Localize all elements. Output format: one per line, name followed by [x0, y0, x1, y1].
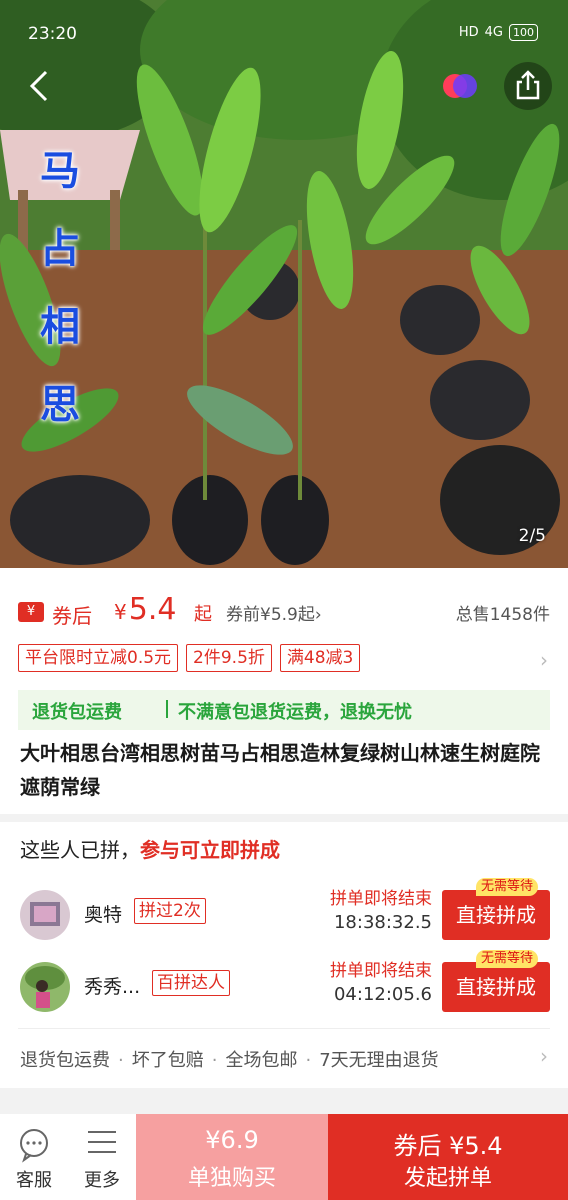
group-ending-label: 拼单即将结束	[330, 961, 432, 981]
service-item: 7天无理由退货	[319, 1050, 439, 1071]
start-group-label: 发起拼单	[403, 1166, 492, 1191]
avatar-image	[20, 890, 70, 940]
gallery-pager: 2/5	[518, 526, 546, 546]
group-user-name: 秀秀...	[84, 976, 141, 998]
group-buy-heading: 这些人已拼，参与可立即拼成	[20, 834, 280, 863]
price-from-label: 起	[194, 604, 212, 625]
customer-service-button[interactable]: 客服	[0, 1114, 68, 1200]
service-separator: ·	[305, 1050, 312, 1071]
promo-tag[interactable]: 满48减3	[279, 644, 361, 672]
image-caption-char: 马	[40, 148, 80, 194]
price-row: ¥ 券后 ¥5.4 起 券前¥5.9起› 总售1458件	[18, 592, 550, 634]
buy-alone-price: ¥6.9	[205, 1126, 259, 1154]
guarantee-divider	[166, 700, 168, 718]
service-item: 退货包运费	[20, 1050, 110, 1071]
hd-indicator: HD	[458, 25, 479, 40]
more-label: 更多	[84, 1170, 120, 1191]
group-user-name: 奥特	[84, 904, 123, 926]
join-group-button[interactable]: 直接拼成	[442, 890, 550, 940]
group-user-badge: 百拼达人	[152, 970, 230, 996]
guarantee-left: 退货包运费	[32, 702, 122, 723]
currency-symbol: ¥	[114, 600, 127, 624]
chevron-right-icon[interactable]: ›	[540, 648, 548, 672]
after-coupon-label: 券后	[52, 604, 92, 628]
image-caption-char: 相	[40, 304, 80, 350]
return-guarantee-banner[interactable]: 退货包运费 不满意包退货运费，退换无忧	[18, 690, 550, 730]
menu-icon	[88, 1131, 116, 1153]
share-icon	[516, 70, 540, 100]
buy-alone-button[interactable]: ¥6.9 单独购买	[136, 1114, 328, 1200]
section-divider	[18, 1028, 550, 1029]
chevron-right-icon[interactable]: ›	[540, 1044, 548, 1068]
group-buy-heading-text: 这些人已拼，	[20, 838, 140, 862]
more-button[interactable]: 更多	[68, 1114, 136, 1200]
group-countdown: 04:12:05.6	[333, 984, 432, 1005]
group-countdown: 18:38:32.5	[333, 912, 432, 933]
start-group-button[interactable]: 券后 ¥5.4 发起拼单	[328, 1114, 568, 1200]
guarantee-right: 不满意包退货运费，退换无忧	[178, 702, 412, 723]
signal-indicator: 4G	[484, 25, 503, 40]
promo-tags[interactable]: 平台限时立减0.5元 2件9.5折 满48减3	[18, 644, 361, 672]
group-buy-heading-accent: 参与可立即拼成	[140, 838, 280, 862]
bottom-action-bar: 客服 更多 ¥6.9 单独购买 券后 ¥5.4 发起拼单	[0, 1114, 568, 1200]
start-group-price: 券后 ¥5.4	[393, 1132, 503, 1160]
service-item: 全场包邮	[225, 1050, 298, 1071]
service-guarantees[interactable]: 退货包运费 · 坏了包赔 · 全场包邮 · 7天无理由退货	[20, 1046, 439, 1072]
before-coupon-price[interactable]: 券前¥5.9起›	[226, 600, 322, 625]
total-sold: 总售1458件	[455, 605, 550, 625]
product-image-gallery[interactable]: 23:20 HD 4G 100 马 占 相 思 2/5	[0, 0, 568, 568]
app-logo-icon	[443, 74, 477, 98]
join-group-button[interactable]: 直接拼成	[442, 962, 550, 1012]
buy-alone-label: 单独购买	[187, 1166, 276, 1191]
no-wait-tag: 无需等待	[476, 950, 539, 968]
avatar	[20, 890, 70, 940]
group-user-badge: 拼过2次	[134, 898, 206, 924]
group-row: 秀秀... 百拼达人 拼单即将结束 04:12:05.6 直接拼成 无需等待	[0, 950, 568, 1016]
status-time: 23:20	[28, 24, 77, 44]
chevron-left-icon	[29, 70, 48, 102]
promo-tag[interactable]: 平台限时立减0.5元	[18, 644, 179, 672]
status-icons: HD 4G 100	[459, 24, 538, 41]
product-info-card: ¥ 券后 ¥5.4 起 券前¥5.9起› 总售1458件 平台限时立减0.5元 …	[0, 568, 568, 814]
chat-bubble-icon	[20, 1129, 48, 1163]
price-value: ¥5.4	[114, 592, 176, 627]
price-number: 5.4	[128, 592, 177, 627]
image-caption-char: 思	[40, 382, 80, 428]
status-bar: 23:20 HD 4G 100	[0, 24, 568, 48]
coupon-icon: ¥	[18, 602, 44, 622]
promo-tag[interactable]: 2件9.5折	[186, 644, 272, 672]
group-buy-section: 这些人已拼，参与可立即拼成 奥特 拼过2次 拼单即将结束 18:38:32.5 …	[0, 822, 568, 1088]
back-button[interactable]	[26, 66, 52, 106]
avatar	[20, 962, 70, 1012]
battery-icon: 100	[509, 24, 538, 41]
service-separator: ·	[211, 1050, 218, 1071]
group-row: 奥特 拼过2次 拼单即将结束 18:38:32.5 直接拼成 无需等待	[0, 878, 568, 944]
share-button[interactable]	[504, 62, 552, 110]
no-wait-tag: 无需等待	[476, 878, 539, 896]
service-item: 坏了包赔	[131, 1050, 204, 1071]
group-ending-label: 拼单即将结束	[330, 889, 432, 909]
brand-logo-button[interactable]	[440, 66, 480, 106]
before-coupon-text: 券前¥5.9起	[226, 605, 315, 625]
image-caption-char: 占	[40, 226, 80, 272]
chevron-right-icon: ›	[314, 605, 322, 625]
avatar-image	[20, 962, 70, 1012]
service-separator: ·	[118, 1050, 124, 1071]
product-title: 大叶相思台湾相思树苗马占相思造林复绿树山林速生树庭院遮荫常绿	[20, 741, 540, 799]
customer-service-label: 客服	[16, 1170, 52, 1191]
image-caption: 马 占 相 思	[30, 132, 90, 444]
